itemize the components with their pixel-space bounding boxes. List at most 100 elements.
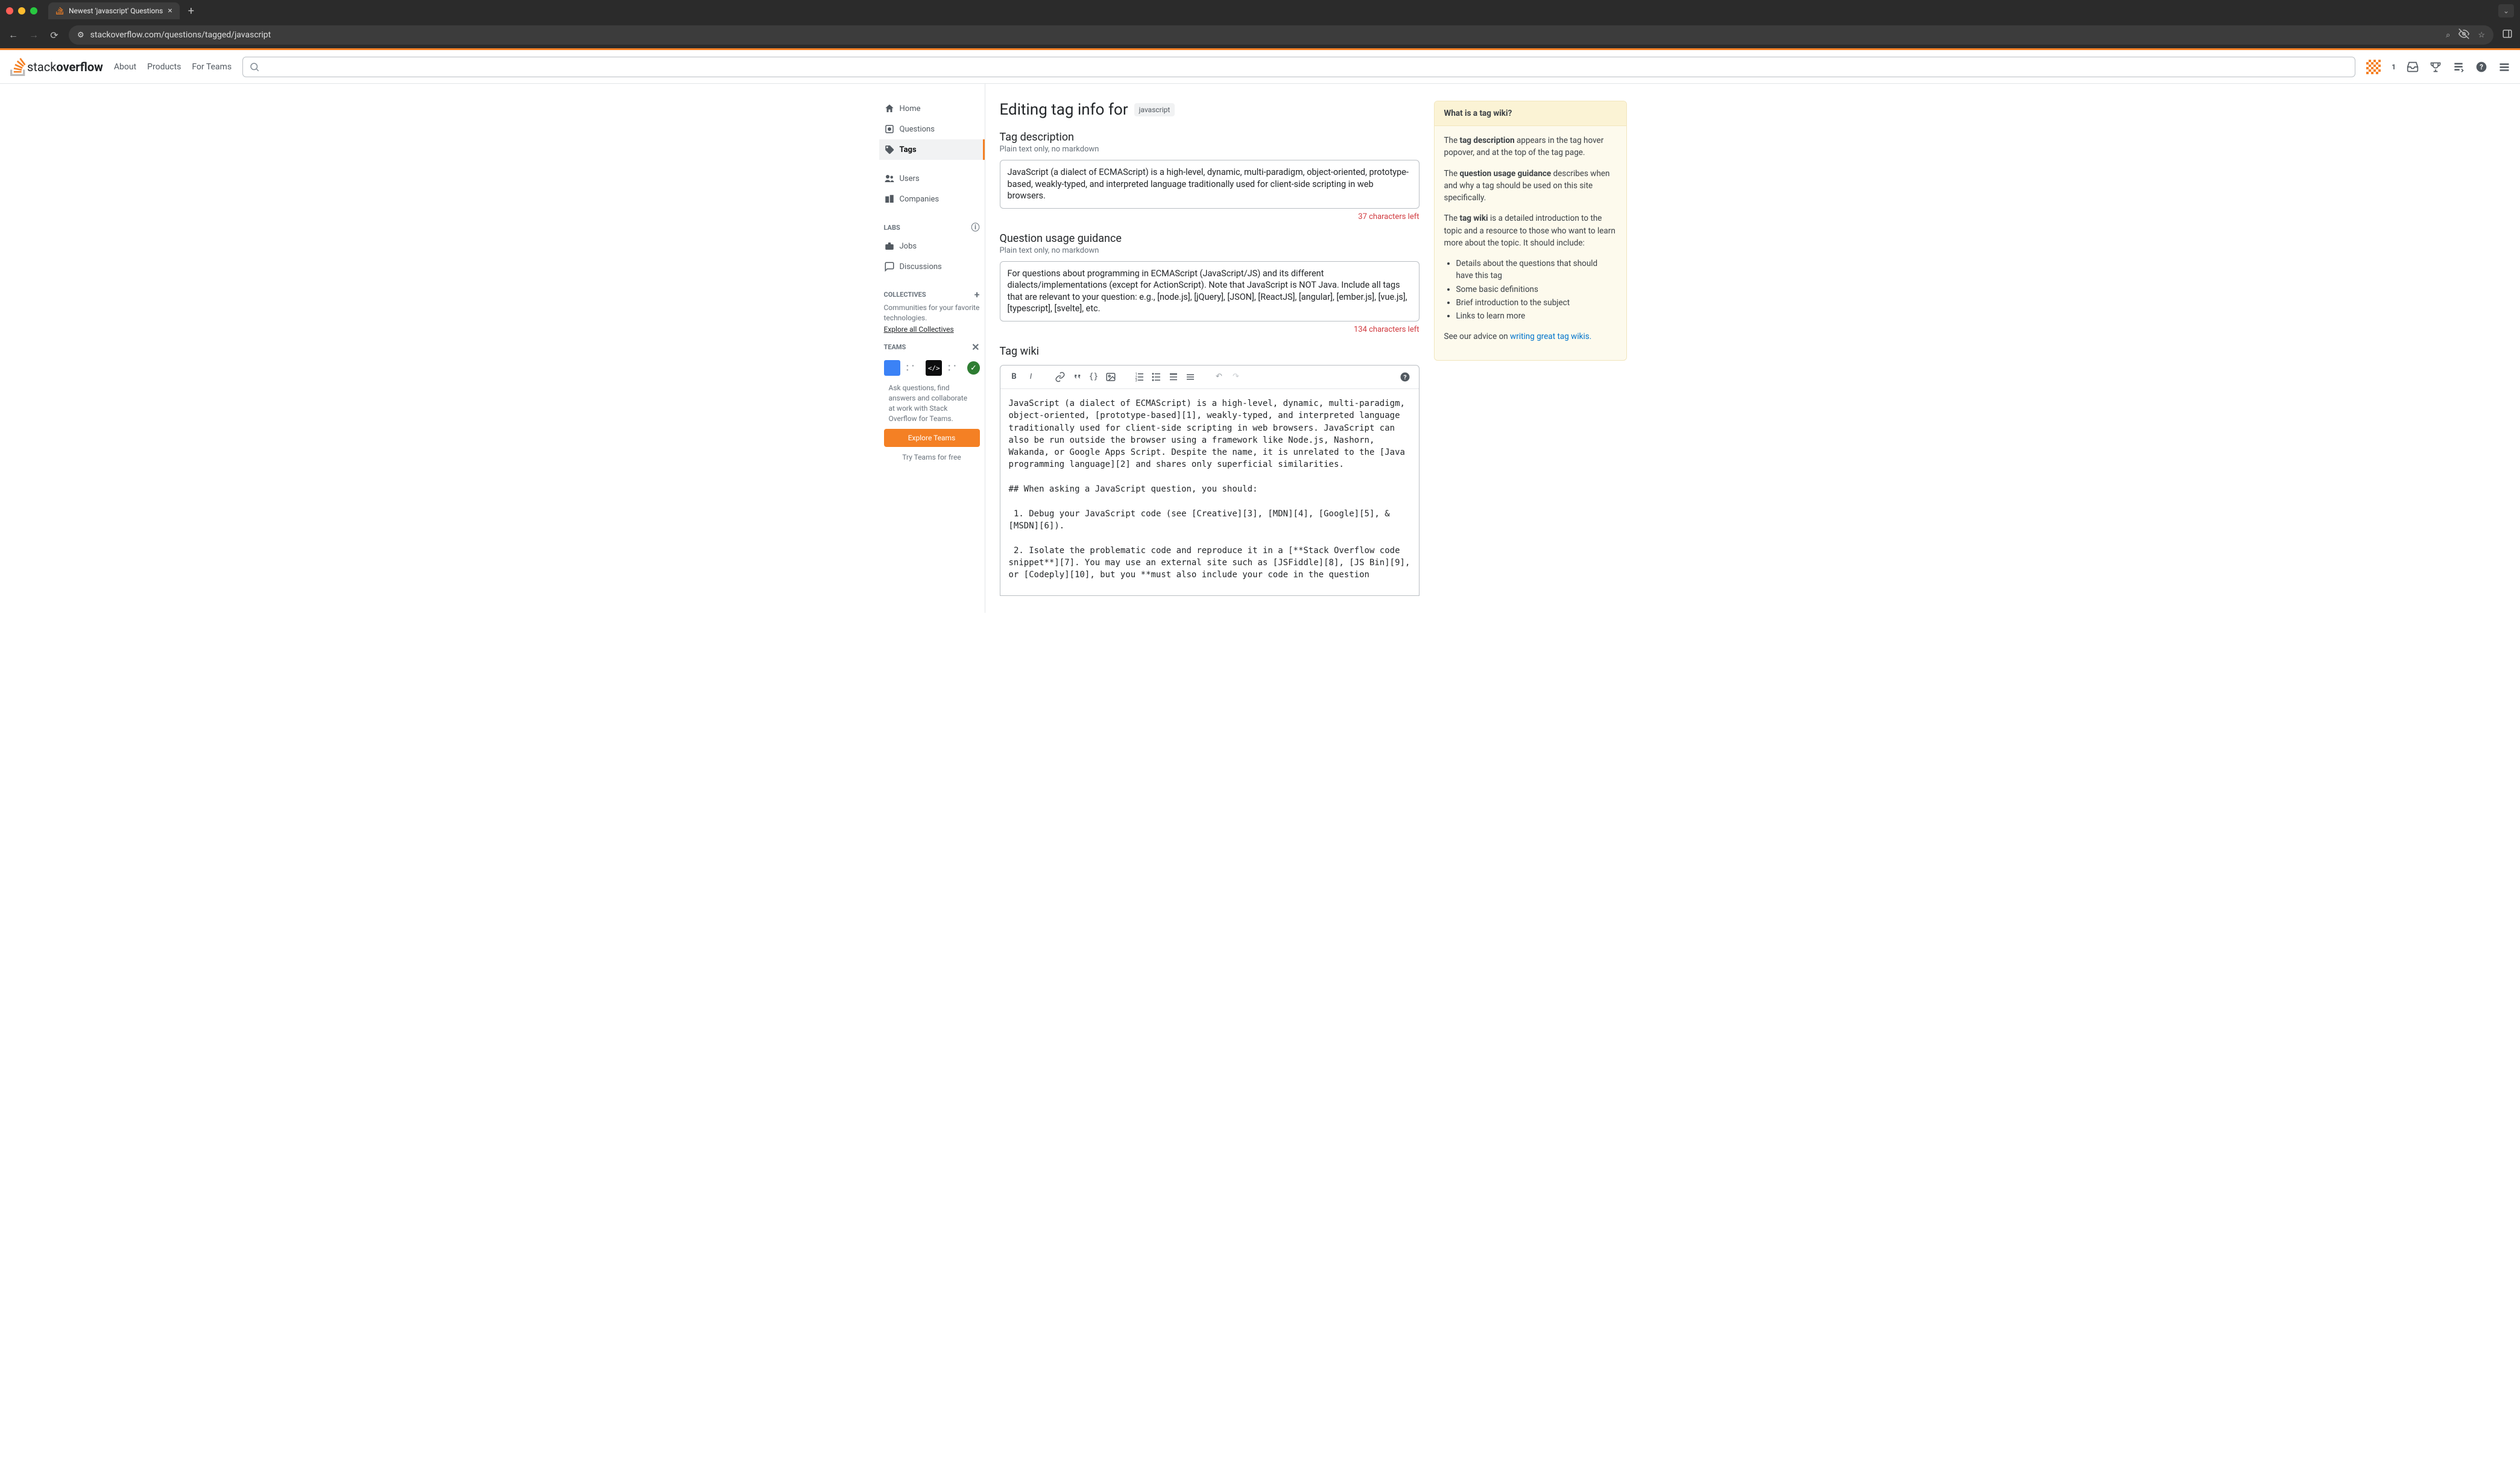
aside-bullet: Details about the questions that should …	[1456, 258, 1617, 282]
sidebar-item-tags[interactable]: Tags	[879, 139, 985, 160]
questions-icon	[884, 124, 895, 135]
sidebar-section-collectives: COLLECTIVES +	[879, 277, 985, 303]
editor-italic-button[interactable]: I	[1023, 369, 1039, 385]
tab-overflow-button[interactable]: ⌄	[2498, 4, 2514, 17]
new-tab-button[interactable]: +	[185, 5, 198, 17]
editor-olist-button[interactable]: 123	[1132, 369, 1148, 385]
sidebar-item-users[interactable]: Users	[879, 168, 985, 189]
sidebar-item-label: Discussions	[900, 262, 942, 271]
help-list-icon[interactable]	[2452, 61, 2465, 73]
eye-off-icon[interactable]	[2458, 28, 2469, 42]
window-traffic-lights	[6, 7, 37, 14]
forward-button: →	[28, 29, 40, 41]
editor-hr-button[interactable]	[1183, 369, 1198, 385]
editor-redo-button[interactable]: ↷	[1228, 369, 1244, 385]
teams-graphic: ● ● ● </> ● ● ● ✓	[884, 360, 980, 376]
search-field[interactable]	[265, 62, 2349, 71]
teams-graphic-box-dark: </>	[926, 360, 943, 376]
usage-guidance-input[interactable]: For questions about programming in ECMAS…	[1000, 261, 1419, 321]
nav-for-teams[interactable]: For Teams	[192, 62, 232, 72]
aside-paragraph: The question usage guidance describes wh…	[1444, 168, 1617, 204]
side-panel-icon[interactable]	[2502, 28, 2513, 42]
aside-bullet: Brief introduction to the subject	[1456, 297, 1617, 309]
star-icon[interactable]: ☆	[2478, 31, 2485, 40]
usage-guidance-chars-left: 134 characters left	[1000, 325, 1419, 334]
aside-advice: See our advice on writing great tag wiki…	[1444, 331, 1617, 343]
usage-guidance-subtitle: Plain text only, no markdown	[1000, 246, 1419, 255]
plus-icon[interactable]: +	[974, 289, 980, 300]
sidebar-item-label: Tags	[900, 145, 917, 154]
aside-bullet-list: Details about the questions that should …	[1444, 258, 1617, 322]
site-switcher-icon[interactable]	[2498, 61, 2510, 73]
search-input[interactable]	[242, 57, 2355, 77]
trophy-icon[interactable]	[2430, 61, 2442, 73]
editor-undo-button[interactable]: ↶	[1211, 369, 1227, 385]
browser-tab-title: Newest 'javascript' Questions	[69, 7, 163, 15]
tab-close-icon[interactable]: ×	[168, 6, 172, 16]
site-controls-icon[interactable]: ⚙	[77, 31, 84, 40]
sidebar-item-jobs[interactable]: Jobs	[879, 236, 985, 256]
tag-description-input[interactable]: JavaScript (a dialect of ECMAScript) is …	[1000, 160, 1419, 209]
inbox-icon[interactable]	[2407, 61, 2419, 73]
traffic-close[interactable]	[6, 7, 13, 14]
sidebar-item-companies[interactable]: Companies	[879, 189, 985, 209]
home-icon	[884, 103, 895, 114]
teams-graphic-box-blue	[884, 360, 901, 376]
tag-description-subtitle: Plain text only, no markdown	[1000, 145, 1419, 154]
traffic-zoom[interactable]	[30, 7, 37, 14]
svg-text:3: 3	[1135, 378, 1137, 382]
stackoverflow-favicon	[55, 7, 64, 15]
aside-bullet: Some basic definitions	[1456, 283, 1617, 296]
traffic-minimize[interactable]	[18, 7, 25, 14]
aside-bullet: Links to learn more	[1456, 310, 1617, 322]
address-text: stackoverflow.com/questions/tagged/javas…	[90, 30, 2440, 40]
reputation-score: 1	[2392, 63, 2396, 71]
aside-paragraph: The tag description appears in the tag h…	[1444, 135, 1617, 159]
back-button[interactable]: ←	[7, 29, 19, 41]
companies-icon	[884, 194, 895, 204]
stackoverflow-logo-icon	[10, 58, 27, 76]
writing-great-wikis-link[interactable]: writing great tag wikis.	[1510, 332, 1591, 341]
sidebar-item-label: Questions	[900, 125, 935, 134]
aside-title: What is a tag wiki?	[1435, 101, 1626, 126]
sidebar-item-questions[interactable]: Questions	[879, 119, 985, 139]
editor-code-button[interactable]: {}	[1086, 369, 1102, 385]
info-icon[interactable]: ⓘ	[971, 221, 980, 233]
editor-quote-button[interactable]	[1069, 369, 1085, 385]
svg-text:?: ?	[2480, 63, 2483, 71]
collectives-description: Communities for your favorite technologi…	[879, 303, 985, 323]
sidebar-item-discussions[interactable]: Discussions	[879, 256, 985, 277]
reload-button[interactable]: ⟳	[48, 29, 60, 41]
tag-description-heading: Tag description	[1000, 131, 1419, 144]
teams-description: Ask questions, find answers and collabor…	[884, 383, 980, 423]
help-icon[interactable]: ?	[2475, 61, 2487, 73]
editor-heading-button[interactable]	[1166, 369, 1181, 385]
wiki-editor-textarea[interactable]: JavaScript (a dialect of ECMAScript) is …	[1000, 389, 1419, 595]
briefcase-icon	[884, 241, 895, 252]
editor-help-button[interactable]: ?	[1397, 369, 1413, 385]
close-icon[interactable]: ✕	[971, 341, 979, 353]
tag-pill[interactable]: javascript	[1134, 103, 1175, 116]
sidebar-item-label: Jobs	[900, 242, 917, 251]
browser-tab[interactable]: Newest 'javascript' Questions ×	[48, 2, 180, 19]
editor-image-button[interactable]	[1103, 369, 1119, 385]
try-teams-free-link[interactable]: Try Teams for free	[884, 453, 980, 461]
nav-about[interactable]: About	[114, 62, 136, 72]
site-logo[interactable]: stackoverflow	[10, 58, 103, 76]
usage-guidance-heading: Question usage guidance	[1000, 232, 1419, 245]
sidebar-section-labs: LABS ⓘ	[879, 209, 985, 236]
avatar[interactable]	[2366, 60, 2381, 74]
zoom-icon[interactable]: ⌕	[2446, 31, 2450, 40]
editor-ulist-button[interactable]	[1149, 369, 1164, 385]
explore-teams-button[interactable]: Explore Teams	[884, 429, 980, 447]
tag-description-chars-left: 37 characters left	[1000, 212, 1419, 221]
editor-link-button[interactable]	[1052, 369, 1068, 385]
nav-products[interactable]: Products	[147, 62, 181, 72]
sidebar-item-home[interactable]: Home	[879, 98, 985, 119]
sidebar-item-label: Home	[900, 104, 921, 113]
aside-paragraph: The tag wiki is a detailed introduction …	[1444, 212, 1617, 249]
explore-collectives-link[interactable]: Explore all Collectives	[884, 325, 954, 334]
address-bar[interactable]: ⚙ stackoverflow.com/questions/tagged/jav…	[69, 25, 2493, 45]
editor-bold-button[interactable]: B	[1006, 369, 1022, 385]
page-title: Editing tag info for javascript	[1000, 101, 1419, 119]
